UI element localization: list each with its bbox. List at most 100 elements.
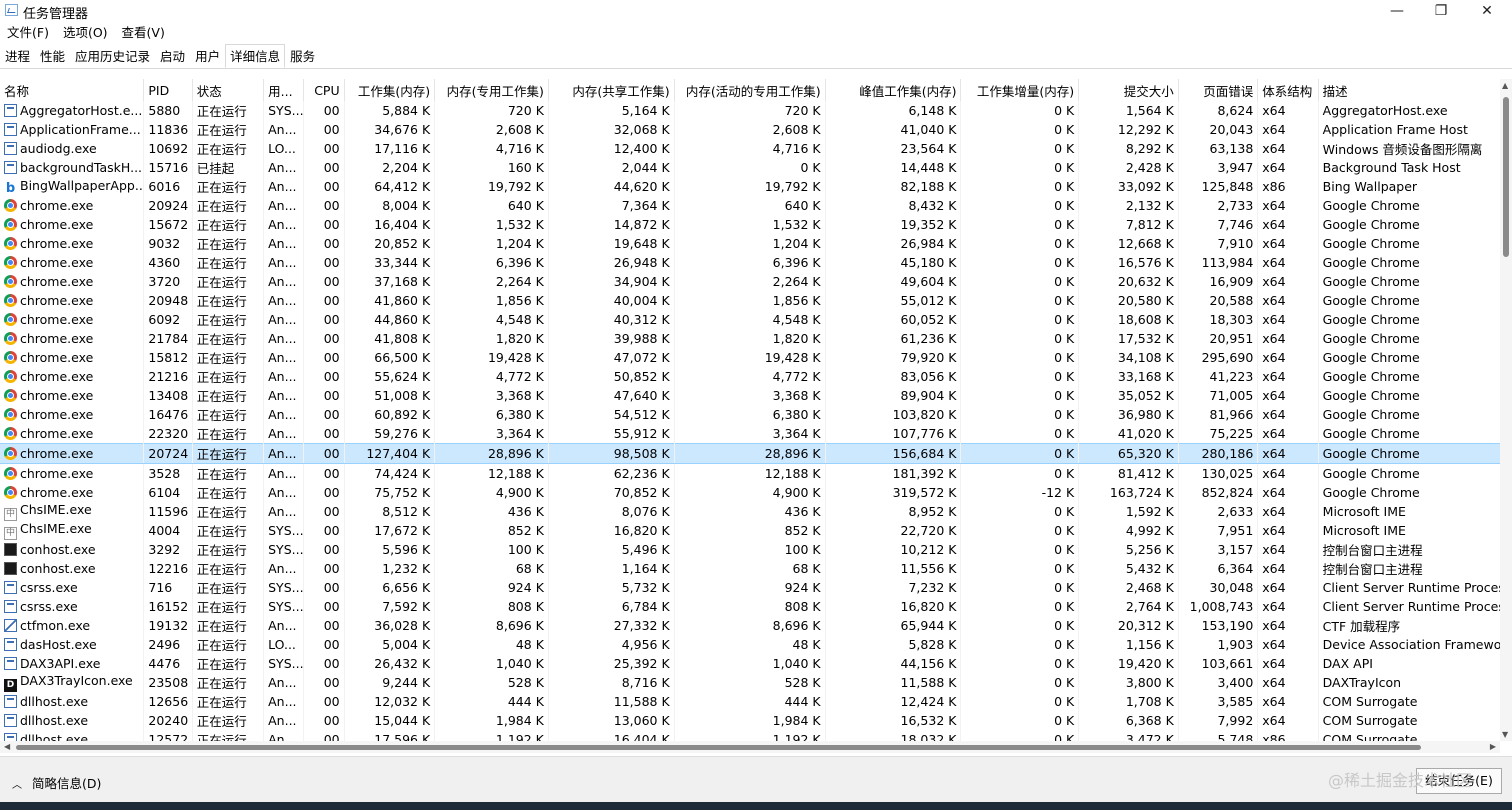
table-row[interactable]: conhost.exe 12216 正在运行 An... 00 1,232 K 68 K 1,… xyxy=(0,559,1500,578)
tab-users[interactable]: 用户 xyxy=(190,44,225,68)
column-working-set[interactable]: 工作集(内存) xyxy=(344,79,436,101)
table-row[interactable]: chrome.exe 6104 正在运行 An... 00 75,752 K 4,900 K… xyxy=(0,483,1500,502)
table-row[interactable]: ctfmon.exe 19132 正在运行 An... 00 36,028 K 8,696 … xyxy=(0,616,1500,635)
table-row[interactable]: csrss.exe 16152 正在运行 SYS... 00 7,592 K 808 K 6,… xyxy=(0,597,1500,616)
scroll-up-arrow-icon[interactable]: ▲ xyxy=(1502,81,1508,90)
table-row[interactable]: dllhost.exe 12572 正在运行 An... 00 17,596 K 1,192… xyxy=(0,730,1500,741)
column-active-private-working-set[interactable]: 内存(活动的专用工作集) xyxy=(674,79,826,101)
cell-shared-working-set: 47,640 K xyxy=(548,386,675,405)
column-shared-working-set[interactable]: 内存(共享工作集) xyxy=(548,79,675,101)
column-commit-size[interactable]: 提交大小 xyxy=(1078,79,1179,101)
table-row[interactable]: audiodg.exe 10692 正在运行 LO... 00 17,116 K 4,716… xyxy=(0,139,1500,158)
table-row[interactable]: ApplicationFrame... 11836 正在运行 An... 00 34,67… xyxy=(0,120,1500,139)
cell-cpu: 00 xyxy=(303,196,345,215)
tab-details[interactable]: 详细信息 xyxy=(225,44,286,68)
tab-app-history[interactable]: 应用历史记录 xyxy=(70,44,155,68)
horizontal-scrollbar[interactable]: ◀ ▶ xyxy=(0,741,1500,753)
vertical-scroll-thumb[interactable] xyxy=(1503,97,1509,257)
table-row[interactable]: chrome.exe 9032 正在运行 An... 00 20,852 K 1,204 K… xyxy=(0,234,1500,253)
column-page-faults[interactable]: 页面错误 xyxy=(1178,79,1259,101)
cell-architecture: x64 xyxy=(1257,348,1319,367)
cell-description: DAX API xyxy=(1318,654,1500,673)
column-private-working-set[interactable]: 内存(专用工作集) xyxy=(434,79,549,101)
cell-peak-working-set: 41,040 K xyxy=(825,120,962,139)
column-user[interactable]: 用... xyxy=(263,79,305,101)
table-row[interactable]: chrome.exe 15812 正在运行 An... 00 66,500 K 19,428… xyxy=(0,348,1500,367)
process-name: dllhost.exe xyxy=(20,732,89,741)
maximize-button[interactable]: ❐ xyxy=(1418,0,1464,22)
column-architecture[interactable]: 体系结构 xyxy=(1257,79,1319,101)
table-row[interactable]: chrome.exe 21216 正在运行 An... 00 55,624 K 4,772 … xyxy=(0,367,1500,386)
column-status[interactable]: 状态 xyxy=(192,79,265,101)
table-row[interactable]: 中 ChsIME.exe 4004 正在运行 SYS... 00 17,672 K 852 K… xyxy=(0,521,1500,540)
cell-user: An... xyxy=(263,272,305,291)
menu-options[interactable]: 选项(O) xyxy=(56,23,115,42)
minimize-button[interactable]: — xyxy=(1374,0,1420,22)
cell-pid: 16476 xyxy=(143,405,193,424)
cell-page-faults: 2,633 xyxy=(1178,502,1259,521)
table-row[interactable]: chrome.exe 20924 正在运行 An... 00 8,004 K 640 K 7,… xyxy=(0,196,1500,215)
horizontal-scroll-thumb[interactable] xyxy=(16,745,1421,750)
cell-cpu: 00 xyxy=(303,405,345,424)
table-row[interactable]: DAX3API.exe 4476 正在运行 SYS... 00 26,432 K 1,040… xyxy=(0,654,1500,673)
cell-shared-working-set: 7,364 K xyxy=(548,196,675,215)
cell-working-set: 12,032 K xyxy=(344,692,436,711)
table-row[interactable]: dllhost.exe 20240 正在运行 An... 00 15,044 K 1,984… xyxy=(0,711,1500,730)
tab-services[interactable]: 服务 xyxy=(285,44,320,68)
table-row[interactable]: chrome.exe 21784 正在运行 An... 00 41,808 K 1,820 … xyxy=(0,329,1500,348)
column-working-set-delta[interactable]: 工作集增量(内存) xyxy=(960,79,1080,101)
table-row[interactable]: b BingWallpaperApp... 6016 正在运行 An... 00 64,41… xyxy=(0,177,1500,196)
cell-user: An... xyxy=(263,367,305,386)
menu-file[interactable]: 文件(F) xyxy=(0,23,56,42)
table-row[interactable]: dllhost.exe 12656 正在运行 An... 00 12,032 K 444 K… xyxy=(0,692,1500,711)
cell-status: 正在运行 xyxy=(192,483,265,502)
cell-pid: 13408 xyxy=(143,386,193,405)
table-row[interactable]: chrome.exe 4360 正在运行 An... 00 33,344 K 6,396 K… xyxy=(0,253,1500,272)
vertical-scrollbar[interactable]: ▲ ▼ xyxy=(1500,79,1512,741)
scroll-down-arrow-icon[interactable]: ▼ xyxy=(1502,730,1508,739)
column-pid[interactable]: PID xyxy=(143,79,193,101)
table-row[interactable]: chrome.exe 3720 正在运行 An... 00 37,168 K 2,264 K… xyxy=(0,272,1500,291)
cell-working-set-delta: 0 K xyxy=(960,730,1080,741)
column-description[interactable]: 描述 xyxy=(1318,79,1500,101)
table-row[interactable]: 中 ChsIME.exe 11596 正在运行 An... 00 8,512 K 436 K8… xyxy=(0,502,1500,521)
cell-status: 正在运行 xyxy=(192,272,265,291)
table-row[interactable]: D DAX3TrayIcon.exe 23508 正在运行 An... 00 9,244 K… xyxy=(0,673,1500,692)
window-title: 任务管理器 xyxy=(23,7,89,22)
table-row[interactable]: csrss.exe 716 正在运行 SYS... 00 6,656 K 924 K 5,73… xyxy=(0,578,1500,597)
table-row[interactable]: dasHost.exe 2496 正在运行 LO... 00 5,004 K 48 K 4,9… xyxy=(0,635,1500,654)
table-row[interactable]: chrome.exe 13408 正在运行 An... 00 51,008 K 3,368 … xyxy=(0,386,1500,405)
cell-name: chrome.exe xyxy=(0,291,145,310)
cell-architecture: x64 xyxy=(1257,386,1319,405)
tab-startup[interactable]: 启动 xyxy=(155,44,190,68)
table-row[interactable]: chrome.exe 15672 正在运行 An... 00 16,404 K 1,532 … xyxy=(0,215,1500,234)
tab-processes[interactable]: 进程 xyxy=(0,44,35,68)
table-row[interactable]: chrome.exe 22320 正在运行 An... 00 59,276 K 3,364 … xyxy=(0,424,1500,444)
table-row[interactable]: backgroundTaskH... 15716 已挂起 An... 00 2,204 K… xyxy=(0,158,1500,177)
cell-working-set-delta: 0 K xyxy=(960,120,1080,139)
close-button[interactable]: ✕ xyxy=(1464,0,1510,22)
cell-status: 正在运行 xyxy=(192,540,265,559)
cell-architecture: x64 xyxy=(1257,692,1319,711)
cell-user: An... xyxy=(263,291,305,310)
menu-view[interactable]: 查看(V) xyxy=(115,23,172,42)
column-peak-working-set[interactable]: 峰值工作集(内存) xyxy=(825,79,962,101)
tab-performance[interactable]: 性能 xyxy=(35,44,70,68)
table-row[interactable]: chrome.exe 20948 正在运行 An... 00 41,860 K 1,856 … xyxy=(0,291,1500,310)
table-row[interactable]: conhost.exe 3292 正在运行 SYS... 00 5,596 K 100 K5… xyxy=(0,540,1500,559)
table-row[interactable]: chrome.exe 6092 正在运行 An... 00 44,860 K 4,548 K… xyxy=(0,310,1500,329)
scroll-right-arrow-icon[interactable]: ▶ xyxy=(1490,741,1496,753)
table-row[interactable]: chrome.exe 16476 正在运行 An... 00 60,892 K 6,380 … xyxy=(0,405,1500,424)
cell-pid: 6016 xyxy=(143,177,193,196)
column-name[interactable]: ^ 名称 xyxy=(0,79,145,101)
table-row[interactable]: AggregatorHost.e... 5880 正在运行 SYS... 00 5,884… xyxy=(0,101,1500,120)
scroll-left-arrow-icon[interactable]: ◀ xyxy=(4,741,10,753)
column-cpu[interactable]: CPU xyxy=(303,79,345,101)
table-row[interactable]: chrome.exe 3528 正在运行 An... 00 74,424 K 12,188 … xyxy=(0,463,1500,483)
cell-user: SYS... xyxy=(263,597,305,616)
process-name: chrome.exe xyxy=(20,217,94,232)
table-row[interactable]: chrome.exe 20724 正在运行 An... 00 127,404 K 28,89… xyxy=(0,443,1500,464)
cell-working-set-delta: 0 K xyxy=(960,367,1080,386)
fewer-details-toggle[interactable]: ︿ 简略信息(D) xyxy=(12,773,101,792)
chrome-icon xyxy=(4,351,17,364)
